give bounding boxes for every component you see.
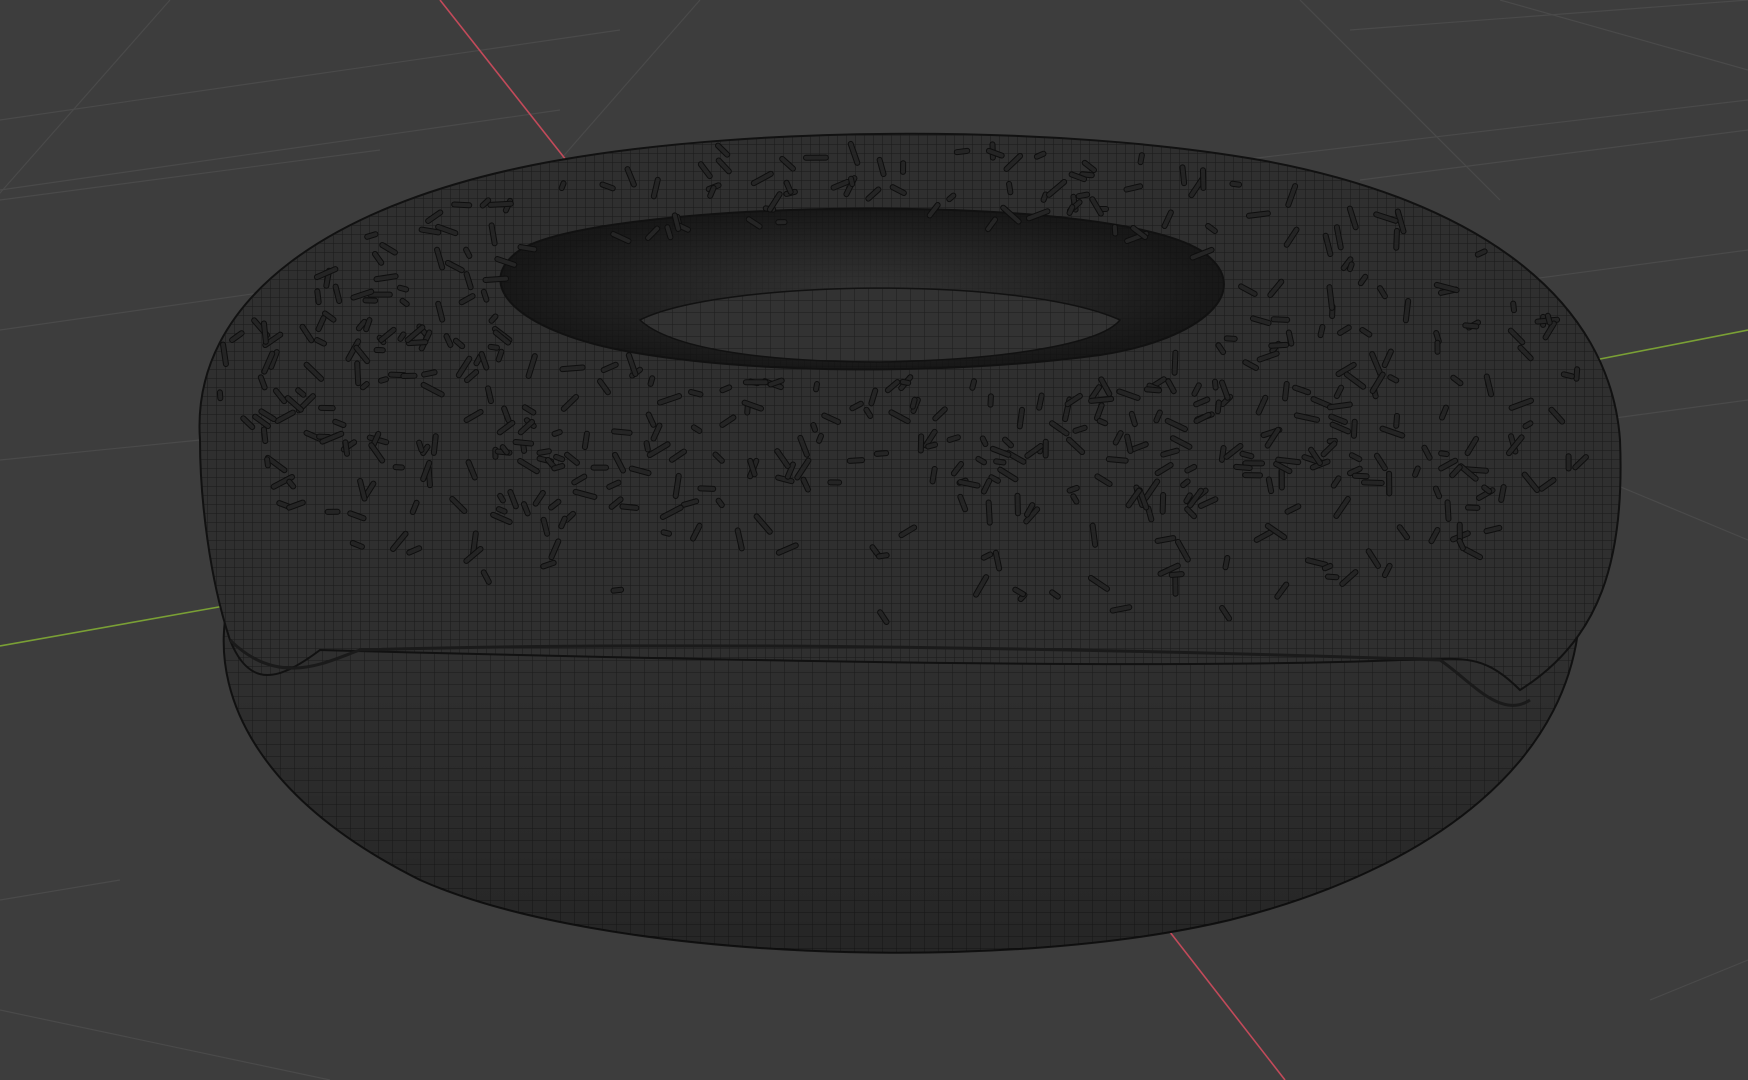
sprinkle — [917, 433, 925, 454]
sprinkle — [324, 508, 341, 515]
sprinkle — [900, 160, 907, 175]
sprinkle — [742, 379, 769, 386]
sprinkle — [1361, 479, 1385, 486]
sprinkle — [1325, 573, 1340, 581]
grid-line — [1359, 129, 1748, 181]
sprinkle — [1143, 386, 1163, 394]
sprinkle — [1014, 492, 1021, 517]
sprinkle — [1444, 499, 1452, 522]
sprinkle — [1462, 322, 1480, 330]
sprinkle — [1270, 316, 1291, 323]
sprinkle — [1233, 463, 1253, 471]
sprinkle — [803, 154, 829, 161]
grid-line — [1349, 0, 1748, 31]
sprinkle — [1438, 450, 1450, 458]
sprinkle — [1434, 339, 1441, 355]
sprinkle — [482, 275, 509, 283]
sprinkle — [876, 552, 890, 560]
grid-line — [1649, 959, 1748, 1001]
grid-line — [1599, 399, 1748, 421]
grid-line — [1299, 0, 1501, 201]
y-axis-line-right — [1594, 329, 1748, 361]
sprinkle — [1268, 341, 1290, 349]
sprinkle — [451, 201, 473, 209]
sprinkle — [400, 372, 418, 380]
grid-line — [0, 1009, 331, 1080]
sprinkle — [1386, 470, 1393, 497]
sprinkle — [1573, 366, 1581, 382]
sprinkle — [1211, 378, 1219, 391]
sprinkle — [985, 499, 993, 526]
sprinkle — [610, 586, 625, 594]
sprinkle — [1168, 571, 1185, 578]
sprinkle — [1565, 453, 1572, 472]
sprinkle — [1042, 438, 1049, 459]
sprinkle — [487, 343, 500, 351]
x-axis-line — [439, 0, 571, 166]
sprinkle — [1229, 180, 1243, 188]
sprinkle — [1351, 472, 1370, 480]
sprinkle — [1111, 224, 1119, 237]
sprinkle — [775, 219, 788, 226]
grid-line — [0, 439, 201, 461]
grid-line — [559, 0, 701, 161]
sprinkle — [318, 404, 336, 412]
sprinkle — [1159, 492, 1167, 515]
grid-line — [0, 149, 381, 201]
sprinkle — [373, 347, 386, 354]
sprinkle — [827, 479, 843, 486]
grid-line — [1499, 0, 1748, 71]
sprinkle — [1278, 468, 1285, 491]
sprinkle — [1171, 349, 1179, 376]
sprinkle — [590, 464, 609, 471]
y-axis-line — [0, 604, 231, 647]
grid-line — [0, 0, 171, 194]
sprinkle — [264, 456, 271, 469]
sprinkle — [1214, 399, 1222, 415]
grid-line — [0, 879, 121, 901]
sprinkle — [392, 464, 405, 471]
sprinkle — [487, 200, 514, 208]
grid-line — [1239, 99, 1748, 161]
grid-line — [0, 29, 621, 121]
sprinkle — [1350, 418, 1358, 439]
sprinkle — [1393, 227, 1400, 251]
sprinkle — [987, 393, 994, 408]
3d-viewport[interactable] — [0, 0, 1748, 1080]
sprinkle — [873, 450, 890, 457]
sprinkle — [1199, 167, 1207, 191]
sprinkle — [1510, 300, 1517, 314]
sprinkle — [1393, 413, 1400, 429]
sprinkle — [846, 457, 866, 464]
sprinkle — [216, 389, 224, 402]
sprinkle — [354, 360, 362, 387]
viewport-scene[interactable] — [0, 0, 1748, 1080]
sprinkle — [362, 297, 379, 304]
donut-mesh[interactable] — [198, 132, 1622, 954]
sprinkle — [1465, 504, 1481, 511]
sprinkle — [1223, 335, 1238, 342]
sprinkle — [1242, 472, 1263, 479]
sprinkle — [697, 485, 717, 492]
